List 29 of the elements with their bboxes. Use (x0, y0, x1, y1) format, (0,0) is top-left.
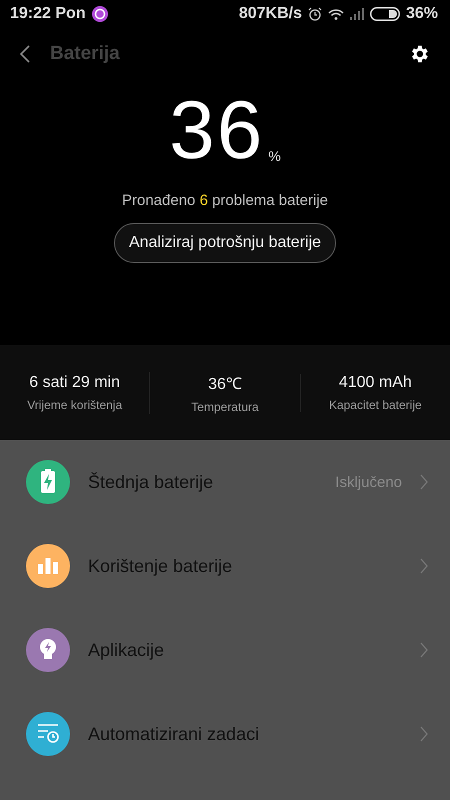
stat-label: Temperatura (191, 400, 259, 414)
chevron-icon (420, 558, 428, 574)
page-title: Baterija (50, 43, 121, 65)
chevron-icon (420, 642, 428, 658)
stat-value: 4100 mAh (338, 374, 412, 392)
analyze-button[interactable]: Analiziraj potrošnju baterije (114, 223, 336, 263)
percent-unit: % (268, 148, 281, 164)
problems-found-text: Pronađeno 6 problema baterije (122, 192, 328, 209)
stat-label: Kapacitet baterije (328, 398, 422, 412)
menu-item-status: Isključeno (335, 474, 402, 490)
chevron-icon (420, 474, 428, 490)
wifi-icon (328, 8, 344, 20)
status-time: 19:22 Pon (10, 5, 86, 23)
menu-item-label[interactable]: Štednja baterije (88, 472, 318, 492)
network-speed: 807KB/s (238, 5, 302, 23)
back-icon[interactable] (20, 45, 30, 63)
stat-value: 6 sati 29 min (29, 374, 120, 392)
battery-level: 36 (169, 90, 264, 172)
menu-item-label[interactable]: Aplikacije (88, 640, 402, 660)
menu-item-label[interactable]: Korištenje baterije (88, 556, 402, 576)
chevron-icon (420, 726, 428, 742)
menu-item-label[interactable]: Automatizirani zadaci (88, 724, 402, 744)
app-notification-icon (92, 6, 108, 22)
battery-icon (370, 7, 400, 21)
stat-label: Vrijeme korištenja (27, 398, 122, 412)
signal-icon (350, 8, 364, 20)
battery-percent: 36% (406, 5, 438, 23)
stat-value: 36℃ (208, 374, 242, 394)
alarm-icon (308, 7, 322, 21)
